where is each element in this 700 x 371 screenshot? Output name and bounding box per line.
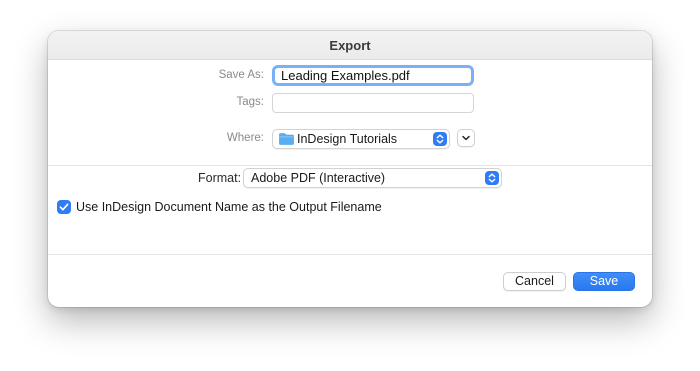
chevron-down-icon: [462, 135, 470, 141]
format-selected-label: Adobe PDF (Interactive): [251, 171, 386, 185]
format-label: Format:: [198, 171, 242, 185]
screen: Export Save As: Tags: Where: InDesign Tu…: [0, 0, 700, 371]
save-button[interactable]: Save: [573, 272, 635, 291]
where-popup-button[interactable]: InDesign Tutorials: [272, 129, 450, 149]
dialog-title: Export: [329, 37, 371, 53]
where-selected-label: InDesign Tutorials: [297, 132, 398, 146]
folder-icon: [279, 133, 294, 145]
save-as-label: Save As:: [218, 69, 264, 81]
tags-input[interactable]: [272, 93, 474, 113]
tags-label: Tags:: [236, 96, 265, 108]
save-as-input[interactable]: [272, 65, 474, 86]
format-popup-button[interactable]: Adobe PDF (Interactive): [243, 168, 502, 188]
export-dialog: Export Save As: Tags: Where: InDesign Tu…: [48, 31, 652, 307]
up-down-chevron-icon: [485, 171, 499, 185]
up-down-chevron-icon: [433, 132, 447, 146]
cancel-button[interactable]: Cancel: [503, 272, 566, 291]
dialog-titlebar: Export: [48, 31, 652, 60]
footer-divider: [48, 254, 652, 255]
use-document-name-checkbox[interactable]: [57, 200, 71, 214]
checkmark-icon: [59, 203, 69, 211]
where-label: Where:: [226, 132, 264, 144]
use-document-name-label[interactable]: Use InDesign Document Name as the Output…: [76, 200, 382, 214]
expand-browser-button[interactable]: [457, 129, 475, 147]
section-divider: [48, 165, 652, 166]
